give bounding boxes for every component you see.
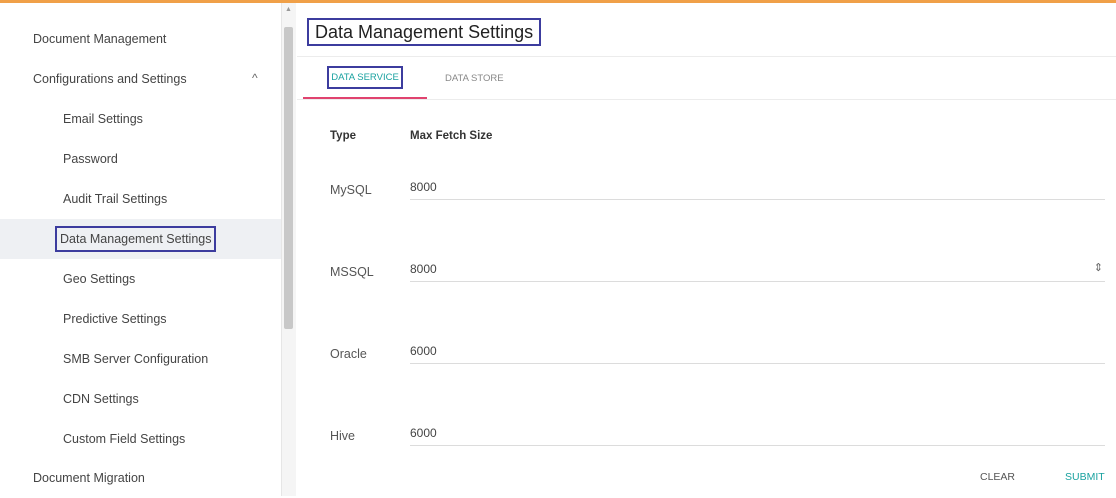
sidebar-item-label: Document Management (33, 32, 167, 46)
row-label-oracle: Oracle (330, 347, 367, 361)
sidebar-item-password[interactable]: Password (0, 139, 281, 179)
tab-data-store[interactable]: DATA STORE (445, 57, 504, 99)
sidebar-item-custom-field-settings[interactable]: Custom Field Settings (0, 419, 281, 459)
sidebar-item-label: Email Settings (63, 112, 143, 126)
row-label-mssql: MSSQL (330, 265, 374, 279)
sidebar-item-document-management[interactable]: Document Management (0, 19, 281, 59)
clear-button[interactable]: CLEAR (980, 471, 1015, 483)
hive-max-fetch-input[interactable]: 6000 (410, 422, 1105, 446)
sidebar-item-label: Configurations and Settings (33, 72, 187, 86)
chevron-up-icon[interactable]: ^ (252, 71, 258, 85)
submit-button[interactable]: SUBMIT (1065, 471, 1105, 483)
scrollbar-thumb[interactable] (284, 27, 293, 329)
field-value: 8000 (410, 262, 437, 276)
sidebar-item-configurations-and-settings[interactable]: Configurations and Settings ^ (0, 59, 281, 99)
column-header-type: Type (330, 130, 356, 142)
sidebar-item-label: Predictive Settings (63, 312, 167, 326)
mssql-max-fetch-input[interactable]: 8000 ⇕ (410, 258, 1105, 282)
tab-data-service[interactable]: DATA SERVICE (303, 57, 427, 99)
sidebar-item-smb-server-configuration[interactable]: SMB Server Configuration (0, 339, 281, 379)
sidebar-item-audit-trail-settings[interactable]: Audit Trail Settings (0, 179, 281, 219)
sidebar-item-email-settings[interactable]: Email Settings (0, 99, 281, 139)
tab-label: DATA SERVICE (327, 65, 403, 89)
mysql-max-fetch-input[interactable]: 8000 (410, 176, 1105, 200)
oracle-max-fetch-input[interactable]: 6000 (410, 340, 1105, 364)
sidebar-item-label: Document Migration (33, 471, 145, 485)
sidebar-item-cdn-settings[interactable]: CDN Settings (0, 379, 281, 419)
tab-label: DATA STORE (445, 72, 504, 84)
page-header: Data Management Settings (297, 3, 1116, 57)
field-value: 6000 (410, 344, 437, 358)
sidebar-item-label: Audit Trail Settings (63, 192, 168, 206)
sidebar-item-label: Geo Settings (63, 272, 136, 286)
sidebar-scrollbar[interactable]: ▲ (282, 3, 296, 496)
column-header-max-fetch-size: Max Fetch Size (410, 130, 493, 142)
sidebar-nav: Document Management Configurations and S… (0, 3, 282, 496)
sidebar-item-geo-settings[interactable]: Geo Settings (0, 259, 281, 299)
sidebar-item-document-migration[interactable]: Document Migration (0, 458, 281, 498)
row-label-hive: Hive (330, 429, 356, 443)
sidebar-item-label: CDN Settings (63, 392, 139, 406)
page-title: Data Management Settings (307, 18, 542, 46)
sidebar-item-label: SMB Server Configuration (63, 352, 209, 366)
field-value: 6000 (410, 426, 437, 440)
sidebar-item-label: Data Management Settings (55, 226, 217, 252)
row-label-mysql: MySQL (330, 183, 372, 197)
sidebar-item-label: Password (63, 152, 118, 166)
sidebar-item-data-management-settings[interactable]: Data Management Settings (0, 219, 281, 259)
number-spinner-icon[interactable]: ⇕ (1094, 261, 1103, 274)
field-value: 8000 (410, 180, 437, 194)
scroll-up-icon[interactable]: ▲ (285, 6, 292, 13)
main-content: Data Management Settings DATA SERVICE DA… (297, 3, 1116, 496)
sidebar-item-label: Custom Field Settings (63, 432, 186, 446)
sidebar-item-predictive-settings[interactable]: Predictive Settings (0, 299, 281, 339)
tab-bar: DATA SERVICE DATA STORE (297, 57, 1116, 100)
